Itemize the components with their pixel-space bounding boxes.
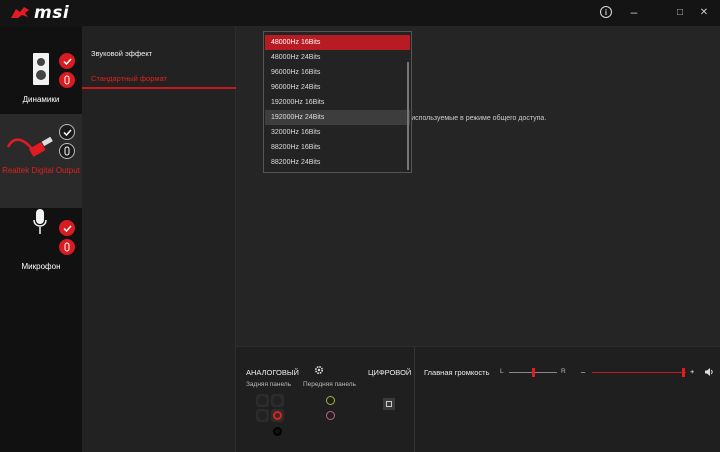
bottom-panel: АНАЛОГОВЫЙ ЦИФРОВОЙ Задняя панель Передн…	[236, 346, 720, 452]
front-jack-headphone[interactable]	[324, 394, 337, 407]
info-button[interactable]: i	[596, 3, 616, 21]
default-device-check-icon[interactable]	[59, 124, 75, 140]
close-button[interactable]: ✕	[694, 3, 714, 21]
default-device-check-icon[interactable]	[59, 53, 75, 69]
device-sidebar: Динамики Realtek Digital Output Микрофон	[0, 26, 82, 452]
active-menu-underline	[82, 87, 236, 89]
title-bar: msi i – □ ✕	[0, 0, 720, 26]
rear-panel-label: Задняя панель	[246, 381, 292, 388]
dropdown-option[interactable]: 32000Hz 16Bits	[265, 125, 410, 140]
balance-left-label: L	[500, 368, 504, 375]
dragon-icon	[11, 7, 29, 18]
optical-port-icon[interactable]	[383, 398, 395, 410]
speaker-volume-icon[interactable]	[704, 367, 714, 377]
bottom-divider	[414, 347, 415, 452]
dropdown-option[interactable]: 48000Hz 24Bits	[265, 50, 410, 65]
balance-slider-thumb[interactable]	[531, 368, 535, 377]
balance-right-label: R	[561, 368, 566, 375]
device-microphone[interactable]: Микрофон	[0, 208, 82, 288]
settings-menu: Звуковой эффект Стандартный формат	[82, 26, 236, 452]
device-label-digital-output: Realtek Digital Output	[2, 166, 80, 175]
info-icon: i	[600, 6, 612, 18]
dropdown-option[interactable]: 96000Hz 24Bits	[265, 80, 410, 95]
device-label-microphone: Микрофон	[21, 262, 61, 271]
master-volume-label: Главная громкость	[424, 368, 490, 377]
dropdown-option[interactable]: 96000Hz 16Bits	[265, 65, 410, 80]
format-description: сть, используемые в режиме общего доступ…	[397, 115, 547, 122]
rear-jack[interactable]	[271, 394, 284, 407]
rear-jack[interactable]	[271, 425, 284, 438]
device-digital-output[interactable]: Realtek Digital Output	[0, 114, 82, 208]
default-comm-device-icon[interactable]	[59, 143, 75, 159]
analog-label: АНАЛОГОВЫЙ	[246, 368, 299, 377]
rear-jack[interactable]	[256, 409, 269, 422]
volume-slider-thumb[interactable]	[682, 368, 685, 377]
front-jack-mic[interactable]	[324, 409, 337, 422]
dropdown-option[interactable]: 192000Hz 16Bits	[265, 95, 410, 110]
rear-jack[interactable]	[256, 394, 269, 407]
format-dropdown[interactable]: 48000Hz 16Bits 48000Hz 24Bits 96000Hz 16…	[263, 31, 412, 173]
maximize-button[interactable]: □	[670, 3, 690, 21]
dropdown-option[interactable]: 48000Hz 16Bits	[265, 35, 410, 50]
dropdown-option[interactable]: 192000Hz 24Bits	[265, 110, 410, 125]
minimize-button[interactable]: –	[624, 3, 644, 21]
device-speakers[interactable]: Динамики	[0, 26, 82, 114]
default-device-check-icon[interactable]	[59, 220, 75, 236]
cable-icon	[6, 136, 53, 157]
volume-slider[interactable]	[592, 372, 686, 373]
menu-item-sound-effect[interactable]: Звуковой эффект	[91, 49, 152, 58]
digital-label: ЦИФРОВОЙ	[368, 368, 412, 377]
default-comm-device-icon[interactable]	[59, 72, 75, 88]
gear-icon[interactable]	[314, 365, 324, 375]
logo-text: msi	[34, 3, 70, 23]
volume-plus[interactable]: +	[690, 367, 694, 376]
menu-item-default-format[interactable]: Стандартный формат	[91, 74, 167, 83]
rear-jack-speaker-out[interactable]	[271, 409, 284, 422]
device-label-speakers: Динамики	[22, 95, 60, 104]
microphone-icon	[33, 209, 47, 234]
dropdown-option[interactable]: 88200Hz 16Bits	[265, 140, 410, 155]
msi-logo: msi	[10, 3, 70, 23]
dropdown-scrollbar[interactable]	[407, 62, 409, 170]
volume-minus[interactable]: –	[581, 367, 585, 376]
speaker-icon	[33, 53, 49, 85]
front-panel-label: Передняя панель	[303, 381, 356, 388]
dropdown-option[interactable]: 88200Hz 24Bits	[265, 155, 410, 170]
default-comm-device-icon[interactable]	[59, 239, 75, 255]
